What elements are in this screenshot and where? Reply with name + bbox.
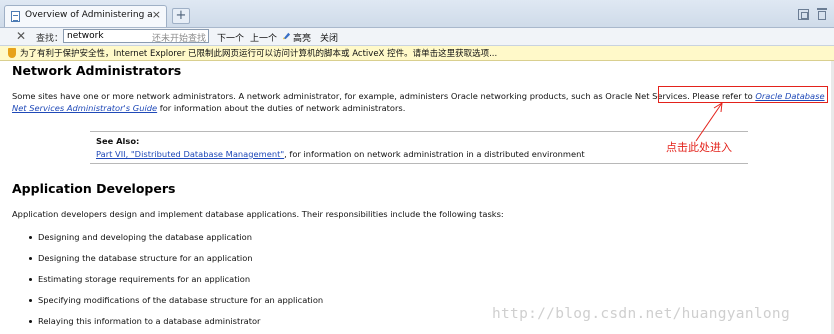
watermark: http://blog.csdn.net/huangyanlong — [492, 306, 790, 322]
network-para-tail: for information about the duties of netw… — [157, 103, 406, 113]
page-icon — [11, 11, 20, 22]
see-also-text: , for information on network administrat… — [284, 149, 585, 159]
find-input[interactable]: network 还未开始查找 — [63, 29, 209, 44]
list-item: Relaying this information to a database … — [28, 316, 260, 326]
find-bar: ✕ 查找： network 还未开始查找 下一个 上一个 高亮 关闭 — [0, 28, 834, 46]
shield-icon — [8, 48, 16, 58]
tab-title: Overview of Administering an Ora... — [25, 10, 153, 20]
list-item: Estimating storage requirements for an a… — [28, 274, 250, 284]
list-item: Specifying modifications of the database… — [28, 295, 323, 305]
see-also-line: Part VII, "Distributed Database Manageme… — [96, 149, 585, 159]
distributed-db-link[interactable]: Part VII, "Distributed Database Manageme… — [96, 149, 284, 159]
info-bar-text[interactable]: 为了有利于保护安全性，Internet Explorer 已限制此网页运行可以访… — [20, 47, 497, 59]
see-also-title: See Also: — [96, 136, 140, 146]
network-admins-heading: Network Administrators — [12, 63, 182, 78]
restore-window-icon[interactable] — [798, 9, 809, 20]
highlight-icon[interactable] — [282, 31, 291, 40]
see-also-box: See Also: Part VII, "Distributed Databas… — [90, 131, 748, 164]
app-developers-heading: Application Developers — [12, 181, 176, 196]
highlight-box — [658, 86, 828, 103]
new-tab-button[interactable]: + — [172, 8, 190, 24]
browser-tab[interactable]: Overview of Administering an Ora... × — [4, 5, 167, 27]
find-previous-button[interactable]: 上一个 — [250, 31, 277, 44]
find-close-button[interactable]: 关闭 — [320, 31, 338, 44]
list-item: Designing the database structure for an … — [29, 253, 253, 263]
tab-close-icon[interactable]: × — [152, 8, 161, 22]
list-item: Designing and developing the database ap… — [29, 232, 252, 242]
highlight-button[interactable]: 高亮 — [293, 31, 311, 44]
trash-icon[interactable] — [817, 8, 827, 20]
find-status: 还未开始查找 — [151, 34, 206, 44]
find-input-value: network — [67, 31, 104, 41]
annotation-text: 点击此处进入 — [666, 141, 732, 154]
app-developers-intro: Application developers design and implem… — [12, 209, 504, 219]
find-next-button[interactable]: 下一个 — [217, 31, 244, 44]
find-close-icon[interactable]: ✕ — [16, 29, 26, 43]
security-info-bar[interactable]: 为了有利于保护安全性，Internet Explorer 已限制此网页运行可以访… — [0, 46, 834, 61]
network-para-text: Some sites have one or more network admi… — [12, 91, 756, 101]
browser-tab-bar: Overview of Administering an Ora... × + — [0, 0, 834, 28]
find-label: 查找： — [36, 34, 64, 44]
page-content: Network Administrators Some sites have o… — [0, 61, 834, 334]
